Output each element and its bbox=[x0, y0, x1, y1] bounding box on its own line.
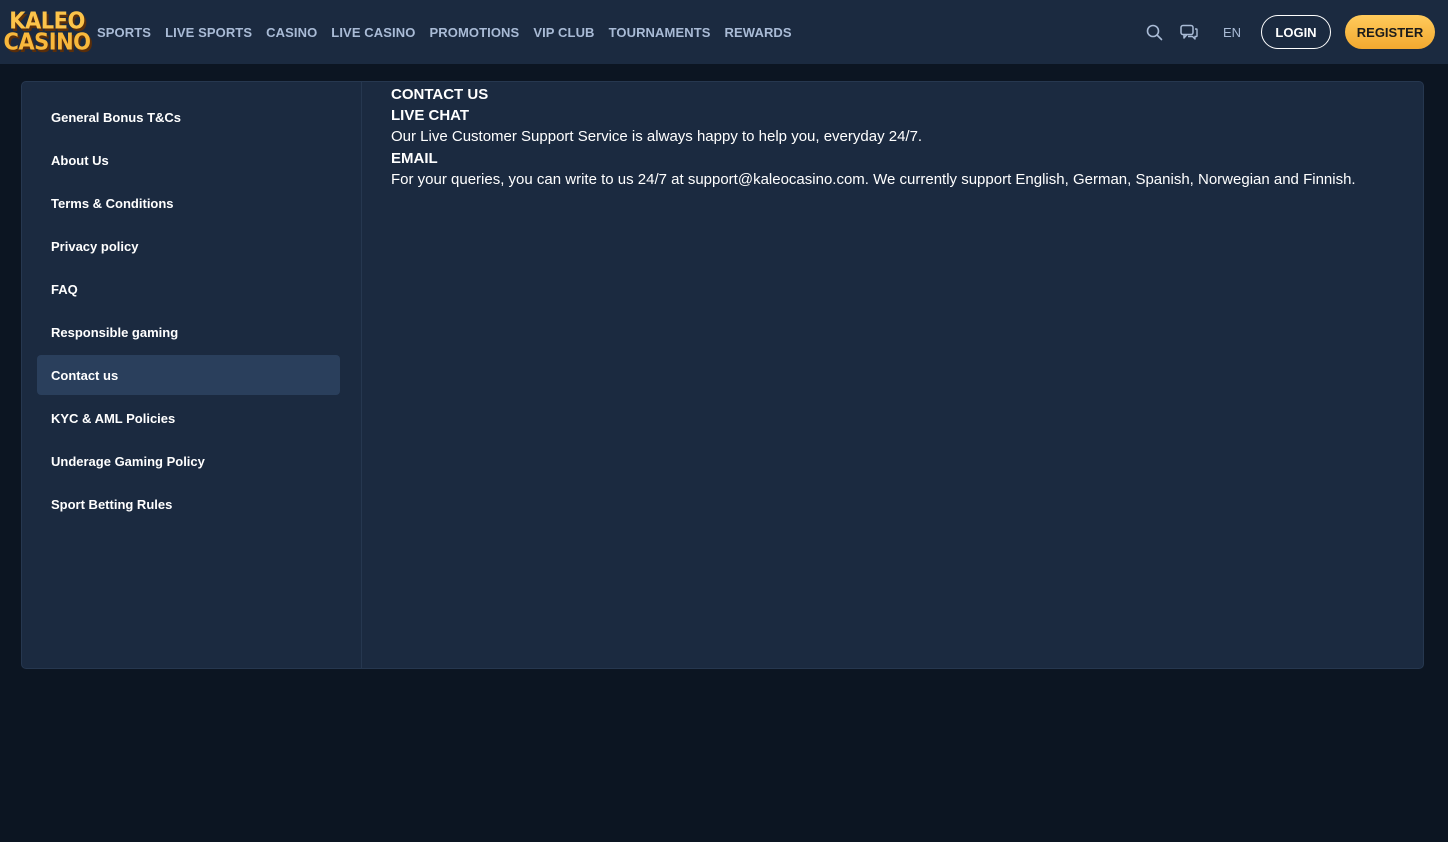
language-selector[interactable]: EN bbox=[1223, 25, 1241, 40]
email-heading: EMAIL bbox=[391, 150, 438, 167]
info-sidebar: General Bonus T&Cs About Us Terms & Cond… bbox=[22, 82, 362, 668]
kaleo-casino-logo[interactable]: KALEO CASINO bbox=[3, 9, 91, 54]
sidebar-item-privacy[interactable]: Privacy policy bbox=[37, 226, 340, 266]
search-icon[interactable] bbox=[1145, 22, 1165, 42]
live-chat-text: Our Live Customer Support Service is alw… bbox=[391, 128, 923, 145]
nav-promotions[interactable]: PROMOTIONS bbox=[429, 25, 519, 40]
sidebar-item-sport-betting-rules[interactable]: Sport Betting Rules bbox=[37, 484, 340, 524]
nav-tournaments[interactable]: TOURNAMENTS bbox=[609, 25, 711, 40]
sidebar-item-underage-gaming[interactable]: Underage Gaming Policy bbox=[37, 441, 340, 481]
sidebar-item-kyc-aml[interactable]: KYC & AML Policies bbox=[37, 398, 340, 438]
nav-rewards[interactable]: REWARDS bbox=[725, 25, 792, 40]
sidebar-item-general-bonus[interactable]: General Bonus T&Cs bbox=[37, 97, 340, 137]
logo-line-2: CASINO bbox=[3, 28, 91, 56]
chat-icon[interactable] bbox=[1179, 22, 1199, 42]
main-nav: SPORTS LIVE SPORTS CASINO LIVE CASINO PR… bbox=[97, 0, 806, 64]
nav-sports[interactable]: SPORTS bbox=[97, 25, 151, 40]
register-button[interactable]: REGISTER bbox=[1345, 15, 1435, 49]
email-text: For your queries, you can write to us 24… bbox=[391, 171, 1356, 188]
nav-live-sports[interactable]: LIVE SPORTS bbox=[165, 25, 252, 40]
top-header: KALEO CASINO SPORTS LIVE SPORTS CASINO L… bbox=[0, 0, 1448, 64]
nav-vip-club[interactable]: VIP CLUB bbox=[533, 25, 594, 40]
info-panel: General Bonus T&Cs About Us Terms & Cond… bbox=[21, 81, 1424, 669]
page-title: CONTACT US bbox=[391, 86, 489, 103]
sidebar-item-about-us[interactable]: About Us bbox=[37, 140, 340, 180]
login-button[interactable]: LOGIN bbox=[1261, 15, 1331, 49]
nav-casino[interactable]: CASINO bbox=[266, 25, 317, 40]
sidebar-item-terms[interactable]: Terms & Conditions bbox=[37, 183, 340, 223]
sidebar-item-faq[interactable]: FAQ bbox=[37, 269, 340, 309]
header-actions: EN LOGIN REGISTER bbox=[1145, 0, 1435, 64]
contact-content: CONTACT US LIVE CHAT Our Live Customer S… bbox=[362, 82, 1423, 668]
live-chat-heading: LIVE CHAT bbox=[391, 107, 470, 124]
nav-live-casino[interactable]: LIVE CASINO bbox=[331, 25, 415, 40]
sidebar-item-responsible-gaming[interactable]: Responsible gaming bbox=[37, 312, 340, 352]
sidebar-item-contact-us[interactable]: Contact us bbox=[37, 355, 340, 395]
